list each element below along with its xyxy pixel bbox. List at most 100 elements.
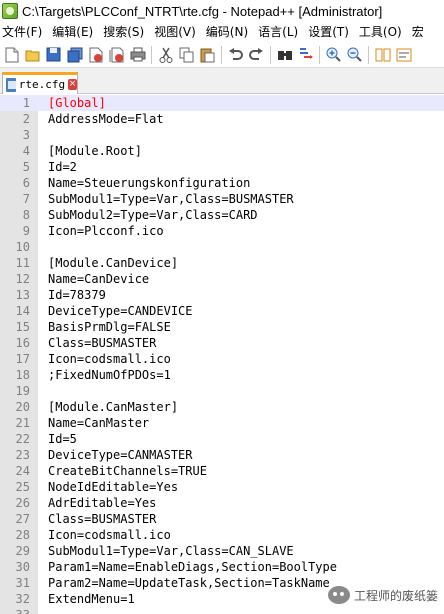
tab-rte-cfg[interactable]: rte.cfg × — [2, 72, 78, 94]
line-text: ;FixedNumOfPDOs=1 — [48, 368, 171, 382]
word-wrap-icon[interactable] — [394, 45, 413, 64]
code-line[interactable]: 10 — [0, 239, 444, 255]
line-number: 1 — [22, 96, 30, 110]
menu-file[interactable]: 文件(F) — [0, 22, 47, 42]
section-header: [Module.Root] — [48, 144, 142, 158]
code-line[interactable]: 12 Name=CanDevice — [0, 271, 444, 287]
line-text: SubModul1=Type=Var,Class=CAN_SLAVE — [48, 544, 294, 558]
code-line[interactable]: 14 DeviceType=CANDEVICE — [0, 303, 444, 319]
code-line[interactable]: 6 Name=Steuerungskonfiguration — [0, 175, 444, 191]
code-line[interactable]: 18 ;FixedNumOfPDOs=1 — [0, 367, 444, 383]
line-number: 4 — [22, 144, 30, 158]
cut-icon[interactable] — [156, 45, 175, 64]
line-text: DeviceType=CANDEVICE — [48, 304, 193, 318]
line-number: 17 — [15, 352, 30, 366]
line-text: Class=BUSMASTER — [48, 512, 157, 526]
toolbar-separator — [151, 45, 152, 64]
watermark-label: 工程师的废纸篓 — [353, 588, 438, 603]
line-number: 14 — [15, 304, 30, 318]
line-number: 18 — [15, 368, 30, 382]
toolbar-separator — [270, 45, 271, 64]
code-line[interactable]: 27 Class=BUSMASTER — [0, 511, 444, 527]
replace-icon[interactable] — [296, 45, 315, 64]
menu-edit[interactable]: 编辑(E) — [47, 22, 98, 42]
line-number: 6 — [22, 176, 30, 190]
code-line[interactable]: 3 — [0, 127, 444, 143]
menu-view[interactable]: 视图(V) — [149, 22, 201, 42]
code-line[interactable]: 5 Id=2 — [0, 159, 444, 175]
sync-scroll-icon[interactable] — [373, 45, 392, 64]
code-line[interactable]: 17 Icon=codsmall.ico — [0, 351, 444, 367]
line-number: 24 — [15, 464, 30, 478]
menu-encoding[interactable]: 编码(N) — [201, 22, 253, 42]
code-line[interactable]: 22 Id=5 — [0, 431, 444, 447]
code-line[interactable]: 7 SubModul1=Type=Var,Class=BUSMASTER — [0, 191, 444, 207]
close-tab-icon[interactable]: × — [68, 79, 77, 90]
zoom-in-icon[interactable] — [324, 45, 343, 64]
file-saved-icon — [6, 77, 16, 92]
close-icon[interactable] — [86, 45, 105, 64]
wechat-icon — [327, 586, 350, 604]
line-number: 21 — [15, 416, 30, 430]
menu-search[interactable]: 搜索(S) — [98, 22, 149, 42]
code-line[interactable]: 19 — [0, 383, 444, 399]
code-line[interactable]: 21 Name=CanMaster — [0, 415, 444, 431]
menu-tools[interactable]: 工具(O) — [354, 22, 407, 42]
title-bar: C:\Targets\PLCConf_NTRT\rte.cfg - Notepa… — [0, 0, 444, 22]
line-number: 8 — [22, 208, 30, 222]
paste-icon[interactable] — [198, 45, 217, 64]
line-number: 25 — [15, 480, 30, 494]
code-line[interactable]: 8 SubModul2=Type=Var,Class=CARD — [0, 207, 444, 223]
menu-macro[interactable]: 宏 — [407, 22, 429, 42]
toolbar-separator — [319, 45, 320, 64]
line-number: 29 — [15, 544, 30, 558]
line-number: 13 — [15, 288, 30, 302]
menu-settings[interactable]: 设置(T) — [303, 22, 354, 42]
undo-icon[interactable] — [226, 45, 245, 64]
line-number: 5 — [22, 160, 30, 174]
code-line[interactable]: 1 [Global] — [0, 95, 444, 111]
section-header: [Module.CanDevice] — [48, 256, 179, 270]
code-line[interactable]: 9 Icon=Plcconf.ico — [0, 223, 444, 239]
code-line[interactable]: 33 — [0, 607, 444, 614]
line-number: 33 — [0, 607, 30, 614]
code-line[interactable]: 11 [Module.CanDevice] — [0, 255, 444, 271]
code-line[interactable]: 24 CreateBitChannels=TRUE — [0, 463, 444, 479]
save-all-icon[interactable] — [65, 45, 84, 64]
code-line[interactable]: 4 [Module.Root] — [0, 143, 444, 159]
line-text: Id=78379 — [48, 288, 106, 302]
copy-icon[interactable] — [177, 45, 196, 64]
code-line[interactable]: 25 NodeIdEditable=Yes — [0, 479, 444, 495]
line-text: Id=2 — [48, 160, 77, 174]
menu-language[interactable]: 语言(L) — [253, 22, 303, 42]
new-file-icon[interactable] — [2, 45, 21, 64]
line-text: Name=CanDevice — [48, 272, 150, 286]
section-header: [Global] — [48, 96, 106, 110]
line-text: Icon=codsmall.ico — [48, 528, 171, 542]
line-number: 11 — [15, 256, 30, 270]
line-number: 28 — [15, 528, 30, 542]
line-text: Param1=Name=EnableDiags,Section=BoolType — [48, 560, 337, 574]
code-line[interactable]: 26 AdrEditable=Yes — [0, 495, 444, 511]
close-all-icon[interactable] — [107, 45, 126, 64]
code-line[interactable]: 13 Id=78379 — [0, 287, 444, 303]
print-icon[interactable] — [128, 45, 147, 64]
find-icon[interactable] — [275, 45, 294, 64]
redo-icon[interactable] — [247, 45, 266, 64]
zoom-out-icon[interactable] — [345, 45, 364, 64]
line-number: 19 — [15, 384, 30, 398]
toolbar — [0, 42, 444, 68]
open-file-icon[interactable] — [23, 45, 42, 64]
code-line[interactable]: 15 BasisPrmDlg=FALSE — [0, 319, 444, 335]
code-line[interactable]: 30 Param1=Name=EnableDiags,Section=BoolTy… — [0, 559, 444, 575]
menu-bar: 文件(F) 编辑(E) 搜索(S) 视图(V) 编码(N) 语言(L) 设置(T… — [0, 22, 444, 42]
code-line[interactable]: 16 Class=BUSMASTER — [0, 335, 444, 351]
code-line[interactable]: 2 AddressMode=Flat — [0, 111, 444, 127]
save-icon[interactable] — [44, 45, 63, 64]
code-line[interactable]: 23 DeviceType=CANMASTER — [0, 447, 444, 463]
editor[interactable]: 1 [Global] 2 AddressMode=Flat 3 4 [Module.Root… — [0, 95, 444, 614]
code-line[interactable]: 28 Icon=codsmall.ico — [0, 527, 444, 543]
line-text: AdrEditable=Yes — [48, 496, 157, 510]
code-line[interactable]: 29 SubModul1=Type=Var,Class=CAN_SLAVE — [0, 543, 444, 559]
code-line[interactable]: 20 [Module.CanMaster] — [0, 399, 444, 415]
